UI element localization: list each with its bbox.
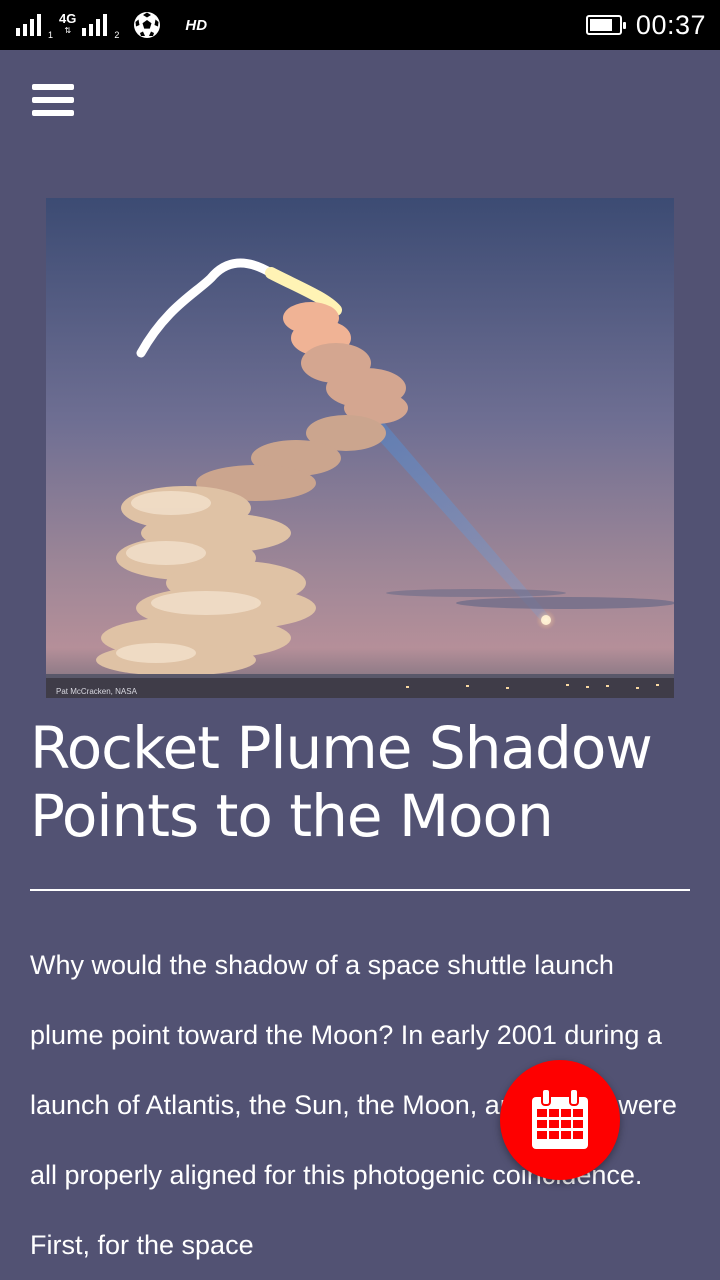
- network-type: 4G: [59, 11, 77, 26]
- signal-sim2-icon: [82, 14, 108, 36]
- network-type-label: 4G ⇅: [59, 11, 77, 37]
- sim2-indicator: 2: [114, 30, 120, 40]
- hamburger-menu-icon[interactable]: [32, 84, 74, 118]
- hd-label: HD: [185, 16, 208, 34]
- clock: 00:37: [635, 9, 706, 40]
- title-divider: [30, 889, 690, 891]
- signal-sim1-icon: [16, 14, 41, 36]
- battery-icon: [585, 15, 626, 35]
- status-left: 1 4G ⇅ 2 HD: [16, 10, 207, 40]
- status-right: 00:37: [585, 8, 706, 42]
- hero-image: Pat McCracken, NASA: [46, 198, 674, 698]
- soccer-ball-icon: [134, 12, 161, 38]
- calendar-button[interactable]: [500, 1060, 620, 1180]
- photo-credit: Pat McCracken, NASA: [56, 687, 137, 696]
- status-bar: 1 4G ⇅ 2 HD 00:37: [0, 0, 720, 50]
- sim1-indicator: 1: [48, 30, 54, 40]
- rocket-plume-photo: [46, 198, 674, 698]
- article-title: Rocket Plume Shadow Points to the Moon: [30, 714, 653, 850]
- battery-fill: [589, 19, 612, 31]
- data-arrows-icon: ⇅: [64, 26, 72, 35]
- calendar-icon: [532, 1089, 588, 1149]
